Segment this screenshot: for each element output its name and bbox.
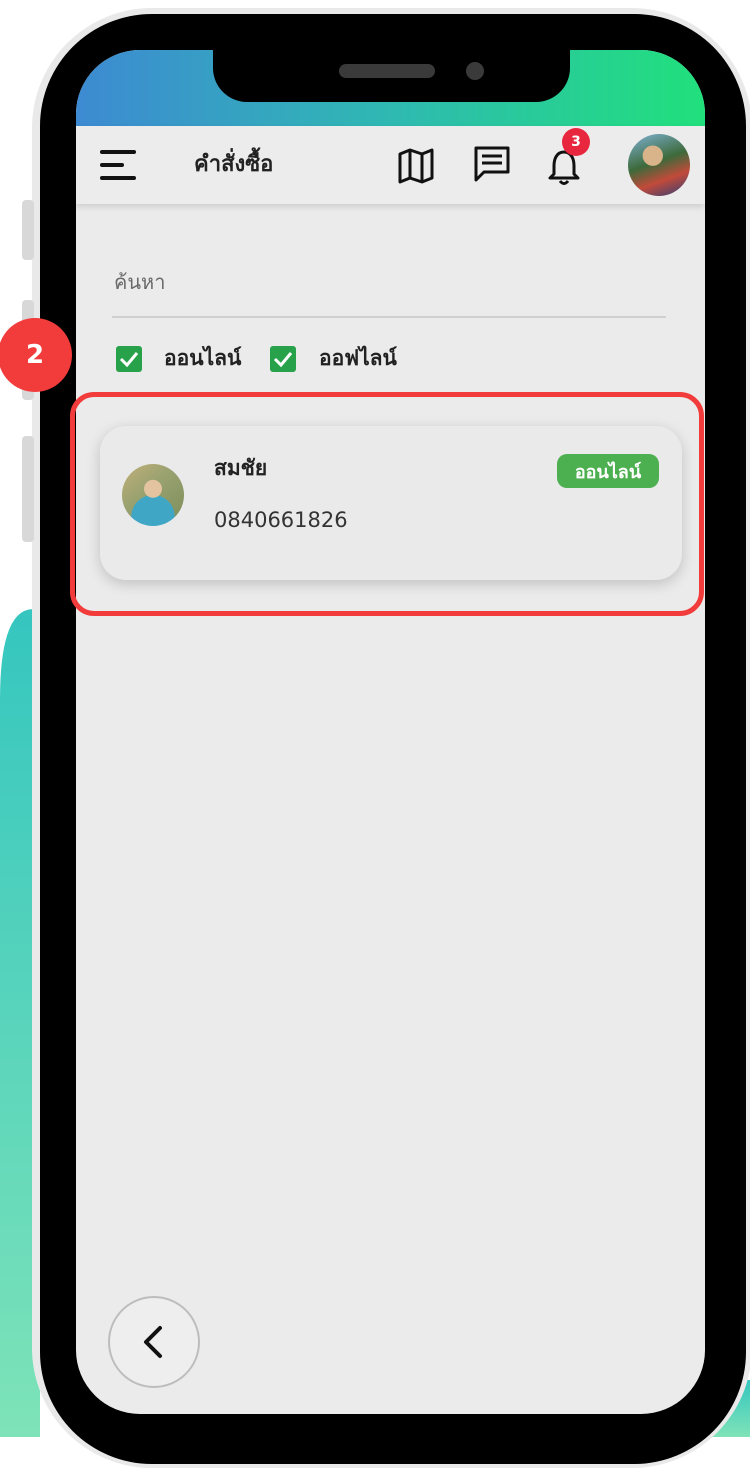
search-underline <box>112 316 666 318</box>
chevron-left-icon <box>144 1326 162 1358</box>
offline-filter-checkbox[interactable] <box>270 346 296 372</box>
online-filter-checkbox[interactable] <box>116 346 142 372</box>
notification-badge: 3 <box>562 128 590 156</box>
step-number-badge: 2 <box>0 318 72 392</box>
highlight-box <box>70 392 704 616</box>
online-filter-label: ออนไลน์ <box>164 346 242 370</box>
phone-speaker <box>339 64 435 78</box>
phone-camera <box>466 62 484 80</box>
offline-filter-label: ออฟไลน์ <box>319 346 397 370</box>
app-bar: คำสั่งซื้อ 3 <box>76 126 705 204</box>
map-icon[interactable] <box>396 146 436 186</box>
chat-icon[interactable] <box>472 144 512 184</box>
page-title: คำสั่งซื้อ <box>194 152 274 177</box>
menu-icon[interactable] <box>98 146 142 184</box>
phone-side-button <box>22 200 34 260</box>
user-avatar[interactable] <box>628 134 690 196</box>
app-screen: คำสั่งซื้อ 3 ค้นหา ออนไลน์ ออฟไลน์ สมชัย… <box>76 50 705 1414</box>
back-button[interactable] <box>108 1296 200 1388</box>
check-icon <box>273 352 293 368</box>
search-input[interactable]: ค้นหา <box>114 266 165 298</box>
phone-side-button <box>22 436 34 542</box>
check-icon <box>119 352 139 368</box>
